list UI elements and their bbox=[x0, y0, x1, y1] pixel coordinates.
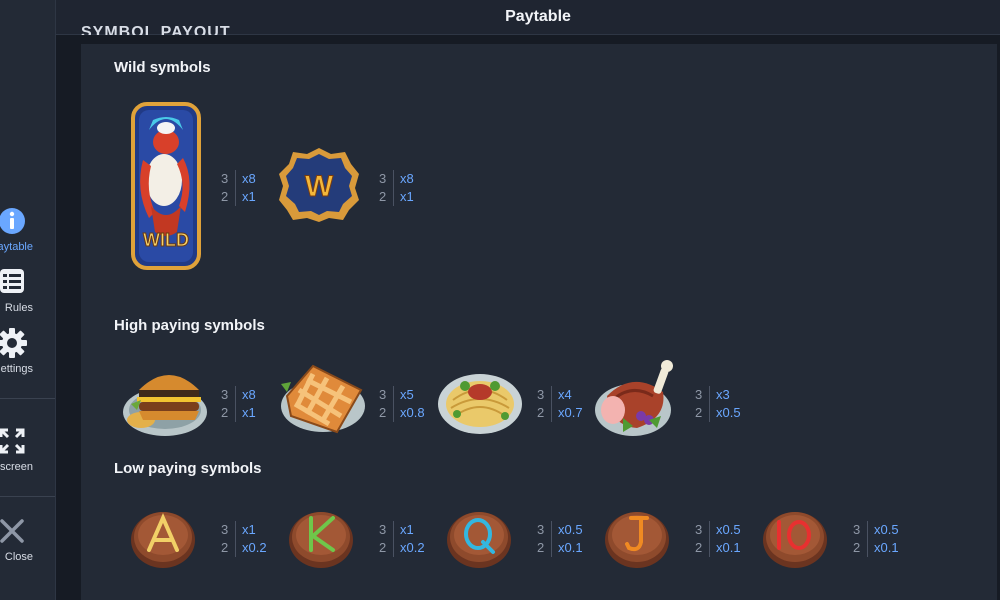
paytable-high-3: 3 x3 2 x0.5 bbox=[695, 386, 741, 422]
paytable-high-2: 3 x4 2 x0.7 bbox=[537, 386, 583, 422]
section-title-low: Low paying symbols bbox=[114, 460, 262, 477]
paytable-low-2: 3 x0.5 2 x0.1 bbox=[537, 521, 583, 557]
section-title-high: High paying symbols bbox=[114, 317, 265, 334]
sidebar-item-rules[interactable]: Rules bbox=[0, 264, 55, 324]
low-symbol-q bbox=[447, 512, 511, 568]
pasta-symbol bbox=[438, 374, 522, 434]
sidebar-item-label: Paytable bbox=[0, 241, 33, 253]
wild-dragon-symbol: WILD bbox=[131, 102, 201, 270]
sidebar-item-label: Fullscreen bbox=[0, 461, 33, 473]
info-icon bbox=[0, 208, 25, 234]
paytable-low-1: 3 x1 2 x0.2 bbox=[379, 521, 425, 557]
sidebar-divider bbox=[0, 398, 55, 399]
low-symbol-k bbox=[289, 512, 353, 568]
paytable-high-1: 3 x5 2 x0.8 bbox=[379, 386, 425, 422]
wild-symbol-text: WILD bbox=[143, 230, 189, 250]
sidebar: Paytable Rules Settings bbox=[0, 0, 56, 600]
sidebar-item-close[interactable]: Close bbox=[0, 513, 55, 573]
low-symbol-a bbox=[131, 512, 195, 568]
sidebar-divider bbox=[0, 496, 55, 497]
burger-symbol bbox=[123, 375, 207, 436]
sidebar-item-fullscreen[interactable]: Fullscreen bbox=[0, 423, 55, 483]
paytable-wild-0: 3 x8 2 x1 bbox=[221, 170, 256, 206]
paytable-panel: Wild symbols WILD 3 x8 2 x1 W 3 x8 2 x1 High… bbox=[81, 44, 997, 600]
paytable-low-0: 3 x1 2 x0.2 bbox=[221, 521, 267, 557]
paytable-low-4: 3 x0.5 2 x0.1 bbox=[853, 521, 899, 557]
paytable-wild-1: 3 x8 2 x1 bbox=[379, 170, 414, 206]
low-symbol-j bbox=[605, 512, 669, 568]
paytable-high-0: 3 x8 2 x1 bbox=[221, 386, 256, 422]
w-badge-symbol: W bbox=[279, 148, 359, 222]
ham-symbol bbox=[595, 360, 673, 436]
sidebar-item-label: Rules bbox=[4, 302, 33, 314]
sidebar-item-paytable[interactable]: Paytable bbox=[0, 203, 55, 263]
paytable-low-3: 3 x0.5 2 x0.1 bbox=[695, 521, 741, 557]
section-title-wild: Wild symbols bbox=[114, 59, 211, 76]
pie-symbol bbox=[281, 364, 365, 434]
fullscreen-icon bbox=[0, 428, 25, 454]
close-icon bbox=[0, 519, 24, 543]
sidebar-item-label: Settings bbox=[0, 363, 33, 375]
gear-icon bbox=[0, 328, 27, 358]
sidebar-item-settings[interactable]: Settings bbox=[0, 325, 55, 385]
sidebar-item-label: Close bbox=[4, 551, 33, 563]
low-symbol-10 bbox=[763, 512, 827, 568]
w-symbol-text: W bbox=[305, 170, 334, 203]
list-icon bbox=[0, 269, 24, 293]
